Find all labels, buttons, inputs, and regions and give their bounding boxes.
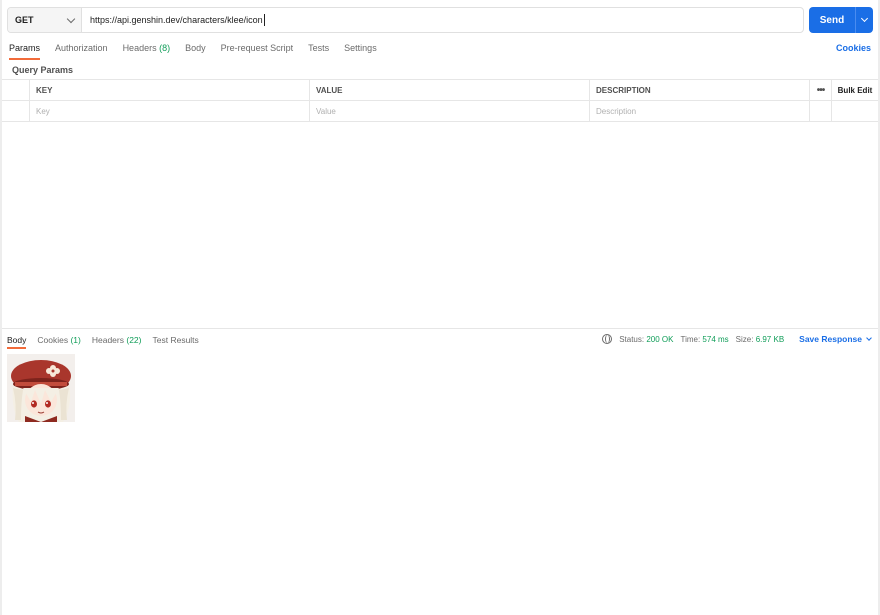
- method-select[interactable]: GET: [8, 8, 82, 32]
- tab-headers[interactable]: Headers (8): [123, 42, 171, 60]
- tab-tests[interactable]: Tests: [308, 42, 329, 60]
- request-bar: GET https://api.genshin.dev/characters/k…: [7, 7, 804, 33]
- response-tabs: Body Cookies (1) Headers (22) Test Resul…: [7, 334, 199, 349]
- response-image: [7, 354, 75, 422]
- row-spacer: [810, 101, 832, 121]
- url-text: https://api.genshin.dev/characters/klee/…: [90, 15, 263, 25]
- key-column-header: KEY: [30, 80, 310, 100]
- response-tab-test-results[interactable]: Test Results: [153, 334, 199, 349]
- size-value: 6.97 KB: [755, 334, 785, 344]
- pane-divider[interactable]: [2, 328, 878, 329]
- send-button[interactable]: Send: [809, 7, 855, 33]
- row-spacer: [832, 101, 878, 121]
- tab-body[interactable]: Body: [185, 42, 206, 60]
- character-icon-image: [7, 354, 75, 422]
- checkbox-column-header: [2, 80, 30, 100]
- response-tab-headers[interactable]: Headers (22): [92, 334, 142, 349]
- response-meta: Status: 200 OK Time: 574 ms Size: 6.97 K…: [602, 334, 872, 344]
- tab-authorization[interactable]: Authorization: [55, 42, 108, 60]
- cookies-link[interactable]: Cookies: [836, 43, 871, 53]
- tab-pre-request-script[interactable]: Pre-request Script: [221, 42, 294, 60]
- request-tabs: Params Authorization Headers (8) Body Pr…: [9, 42, 377, 60]
- query-params-table: KEY VALUE DESCRIPTION ••• Bulk Edit Key …: [2, 79, 878, 122]
- description-input[interactable]: Description: [590, 101, 810, 121]
- more-options-button[interactable]: •••: [810, 80, 832, 100]
- text-caret: [263, 14, 265, 26]
- url-input[interactable]: https://api.genshin.dev/characters/klee/…: [82, 8, 803, 32]
- time-info: Time: 574 ms: [680, 334, 729, 344]
- row-checkbox-cell: [2, 101, 30, 121]
- response-headers-count: (22): [126, 335, 142, 345]
- table-row: Key Value Description: [2, 101, 878, 122]
- chevron-down-icon: [66, 14, 76, 23]
- method-label: GET: [15, 15, 34, 25]
- description-column-header: DESCRIPTION: [590, 80, 810, 100]
- send-button-group: Send: [809, 7, 873, 33]
- chevron-down-icon: [866, 334, 872, 341]
- table-header-row: KEY VALUE DESCRIPTION ••• Bulk Edit: [2, 80, 878, 101]
- more-horizontal-icon: •••: [816, 84, 825, 96]
- status-info: Status: 200 OK: [619, 334, 674, 344]
- size-info: Size: 6.97 KB: [735, 334, 785, 344]
- globe-icon[interactable]: [602, 334, 613, 344]
- status-value: 200 OK: [646, 334, 674, 344]
- tab-params[interactable]: Params: [9, 42, 41, 60]
- chevron-down-icon: [860, 14, 869, 23]
- save-response-button[interactable]: Save Response: [799, 334, 872, 344]
- value-column-header: VALUE: [310, 80, 590, 100]
- headers-count: (8): [159, 43, 171, 53]
- response-tab-cookies[interactable]: Cookies (1): [37, 334, 80, 349]
- tab-settings[interactable]: Settings: [344, 42, 377, 60]
- cookies-count: (1): [70, 335, 81, 345]
- bulk-edit-button[interactable]: Bulk Edit: [832, 80, 878, 100]
- response-tab-body[interactable]: Body: [7, 334, 27, 349]
- key-input[interactable]: Key: [30, 101, 310, 121]
- send-options-button[interactable]: [855, 7, 873, 33]
- time-value: 574 ms: [702, 334, 729, 344]
- query-params-title: Query Params: [12, 65, 74, 75]
- value-input[interactable]: Value: [310, 101, 590, 121]
